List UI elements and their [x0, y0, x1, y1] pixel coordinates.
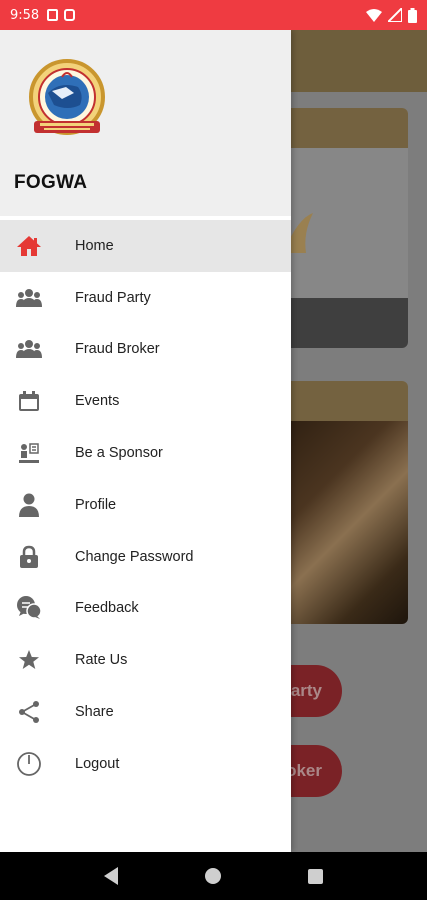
menu-item-fraud-party[interactable]: Fraud Party — [0, 272, 291, 324]
menu-item-label: Change Password — [75, 548, 194, 565]
status-time: 9:58 — [10, 7, 40, 23]
wifi-icon — [366, 8, 382, 22]
menu-item-events[interactable]: Events — [0, 375, 291, 427]
feedback-icon — [16, 595, 42, 621]
lock-icon — [16, 544, 42, 570]
menu-item-label: Fraud Broker — [75, 341, 160, 358]
drawer-title: FOGWA — [14, 172, 88, 193]
notification-icon — [47, 9, 59, 21]
signal-icon — [388, 8, 402, 22]
navigation-drawer: FOGWA Home Fraud Party Fraud Broker Even… — [0, 30, 291, 852]
menu-item-label: Profile — [75, 496, 117, 513]
group-icon — [16, 336, 42, 362]
menu-item-change-password[interactable]: Change Password — [0, 531, 291, 583]
back-icon[interactable] — [103, 867, 118, 885]
home-nav-icon[interactable] — [204, 868, 221, 884]
menu-item-label: Rate Us — [75, 652, 128, 669]
menu-item-label: Home — [75, 237, 114, 254]
group-icon — [16, 285, 42, 311]
system-navigation-bar — [0, 852, 427, 900]
recents-icon[interactable] — [308, 868, 324, 884]
battery-icon — [408, 7, 417, 23]
menu-item-fraud-broker[interactable]: Fraud Broker — [0, 324, 291, 376]
power-icon — [16, 751, 42, 777]
notification-icon — [64, 9, 76, 21]
fogwa-logo — [29, 59, 105, 135]
star-icon — [16, 647, 42, 673]
menu-item-label: Logout — [75, 755, 120, 772]
menu-item-feedback[interactable]: Feedback — [0, 583, 291, 635]
menu-item-label: Share — [75, 704, 114, 721]
menu-item-label: Fraud Party — [75, 289, 151, 306]
menu-item-label: Feedback — [75, 600, 139, 617]
share-icon — [16, 699, 42, 725]
person-icon — [16, 492, 42, 518]
menu-item-label: Be a Sponsor — [75, 445, 163, 462]
home-icon — [16, 233, 42, 259]
menu-item-profile[interactable]: Profile — [0, 479, 291, 531]
sponsor-icon — [16, 440, 42, 466]
menu-item-share[interactable]: Share — [0, 686, 291, 738]
status-bar: 9:58 — [0, 0, 427, 30]
menu-item-be-a-sponsor[interactable]: Be a Sponsor — [0, 427, 291, 479]
menu-item-home[interactable]: Home — [0, 220, 291, 272]
calendar-icon — [16, 388, 42, 414]
drawer-menu: Home Fraud Party Fraud Broker Events Be … — [0, 220, 291, 790]
drawer-header: FOGWA — [0, 30, 291, 216]
menu-item-rate-us[interactable]: Rate Us — [0, 634, 291, 686]
menu-item-label: Events — [75, 393, 120, 410]
menu-item-logout[interactable]: Logout — [0, 738, 291, 790]
